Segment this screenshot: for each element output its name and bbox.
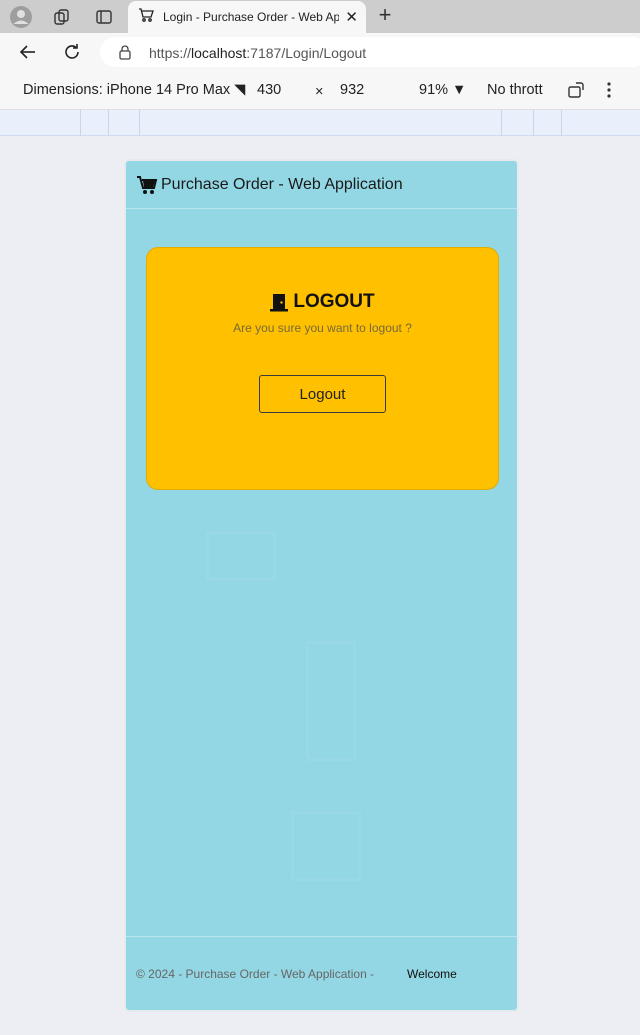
media-query-ruler: [0, 110, 640, 136]
new-tab-icon[interactable]: +: [374, 4, 396, 28]
door-icon: [270, 293, 289, 312]
logout-confirm-text: Are you sure you want to logout ?: [233, 321, 412, 335]
footer-copyright: © 2024 - Purchase Order - Web Applicatio…: [136, 967, 375, 981]
footer-welcome-link[interactable]: Welcome: [407, 967, 457, 981]
logout-button[interactable]: Logout: [259, 375, 386, 413]
url-path: :7187/Login/Logout: [246, 45, 367, 61]
tab-title: Login - Purchase Order - Web Application: [163, 10, 339, 24]
zoom-label: 91%: [419, 82, 449, 98]
logout-title: LOGOUT: [293, 291, 375, 312]
throttle-select[interactable]: No thrott: [487, 82, 543, 98]
refresh-icon[interactable]: [60, 40, 84, 64]
url-field[interactable]: https://localhost:7187/Login/Logout: [100, 37, 640, 67]
lock-icon[interactable]: [118, 44, 132, 65]
app-navbar: Purchase Order - Web Application: [126, 161, 517, 209]
device-toolbar: Dimensions: iPhone 14 Pro Max ◥ 430 × 93…: [0, 70, 640, 110]
more-options-icon[interactable]: [606, 80, 612, 104]
workspaces-icon[interactable]: [49, 4, 75, 30]
logout-card: LOGOUT Are you sure you want to logout ?…: [146, 247, 499, 490]
device-select-label: Dimensions: iPhone 14 Pro Max: [23, 82, 231, 98]
shopping-cart-icon[interactable]: [136, 174, 158, 196]
url-text: https://localhost:7187/Login/Logout: [149, 45, 366, 61]
device-width-input[interactable]: 430: [257, 82, 281, 98]
device-select[interactable]: Dimensions: iPhone 14 Pro Max ◥: [23, 82, 245, 98]
app-footer: © 2024 - Purchase Order - Web Applicatio…: [126, 936, 517, 1010]
dimension-times: ×: [315, 84, 324, 100]
rotate-icon[interactable]: [567, 81, 585, 103]
profile-icon[interactable]: [8, 4, 34, 30]
browser-tab-bar: Login - Purchase Order - Web Application…: [0, 0, 640, 33]
close-tab-icon[interactable]: ✕: [345, 8, 358, 26]
url-host: localhost: [191, 45, 247, 61]
zoom-select[interactable]: 91% ▼: [419, 82, 466, 98]
address-bar: https://localhost:7187/Login/Logout: [0, 33, 640, 70]
device-height-input[interactable]: 932: [340, 82, 364, 98]
browser-tab-active[interactable]: Login - Purchase Order - Web Application…: [128, 1, 366, 33]
url-prefix: https://: [149, 45, 192, 61]
logout-heading: LOGOUT: [147, 291, 498, 313]
tab-actions-icon[interactable]: [91, 4, 117, 30]
background-decoration: [206, 531, 276, 581]
cart-icon: [138, 7, 154, 28]
background-decoration: [306, 641, 356, 761]
app-title[interactable]: Purchase Order - Web Application: [161, 176, 403, 194]
emulated-device-viewport: Purchase Order - Web Application LOGOUT …: [124, 159, 519, 1012]
back-arrow-icon[interactable]: [16, 40, 40, 64]
background-decoration: [291, 811, 361, 881]
